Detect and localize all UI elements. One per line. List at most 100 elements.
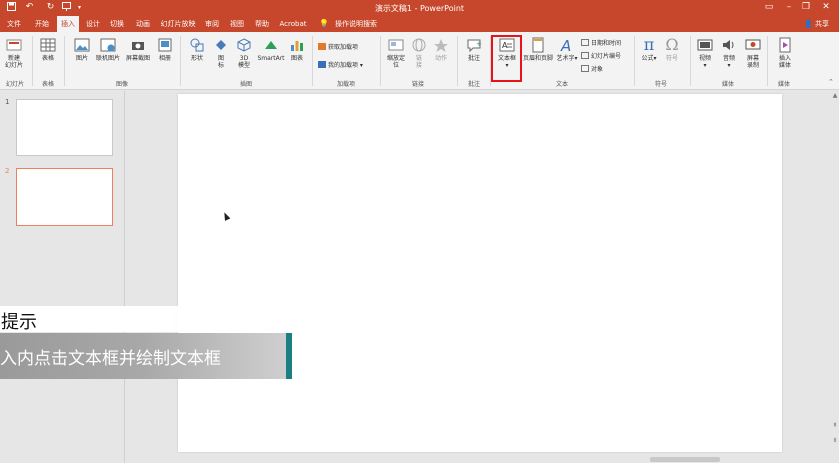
icons-button[interactable]: 图标	[211, 37, 231, 69]
zoom-icon	[388, 39, 404, 51]
3d-model-label: 3D	[239, 55, 249, 62]
insert-media-button[interactable]: 插入 媒体	[774, 37, 796, 69]
video-icon	[697, 39, 713, 51]
header-footer-button[interactable]: 页眉和页脚	[521, 37, 555, 62]
icons-label: 图	[217, 55, 224, 62]
comment-button[interactable]: + 批注	[463, 37, 485, 62]
action-button[interactable]: 动作	[431, 37, 451, 62]
online-picture-button[interactable]: 联机图片	[93, 37, 123, 62]
picture-label: 图片	[75, 55, 88, 62]
close-icon[interactable]: ✕	[819, 1, 833, 14]
video-button[interactable]: 视频 ▾	[695, 37, 715, 69]
chart-label: 图表	[290, 55, 303, 62]
tab-animations[interactable]: 动画	[131, 16, 155, 32]
tab-transitions[interactable]: 切换	[106, 16, 128, 32]
screen-recording-button[interactable]: 屏幕 录制	[742, 37, 764, 69]
vertical-scrollbar[interactable]: ▲ ⇞ ⇟	[831, 92, 839, 463]
globe-link-icon	[412, 38, 426, 52]
new-slide-button[interactable]: 新建 幻灯片	[3, 37, 25, 69]
minimize-icon[interactable]: –	[782, 1, 796, 14]
tab-file[interactable]: 文件	[3, 16, 25, 32]
tab-view[interactable]: 视图	[226, 16, 248, 32]
ribbon-display-icon[interactable]: ▭	[762, 1, 776, 14]
icons-label-2: 标	[217, 62, 224, 69]
ribbon-insert: 新建 幻灯片 幻灯片 表格 表格 图片 联机图片 屏幕截图 相册 图像 形状 图…	[0, 32, 839, 90]
textbox-highlight-box	[491, 35, 522, 82]
shapes-icon	[190, 38, 204, 52]
screen-recording-label-2: 录制	[746, 62, 759, 69]
audio-button[interactable]: 音频 ▾	[719, 37, 739, 69]
my-addins-icon	[318, 61, 326, 68]
slide-thumbnails-pane: 1 2	[0, 91, 125, 463]
date-time-button[interactable]: 日期和时间	[581, 38, 621, 47]
online-picture-icon	[100, 38, 116, 52]
tab-acrobat[interactable]: Acrobat	[278, 16, 308, 32]
group-label-links: 链接	[411, 81, 424, 88]
chart-button[interactable]: 图表	[287, 37, 307, 62]
group-label-media: 媒体	[721, 81, 734, 88]
photo-album-icon	[158, 38, 172, 52]
tab-help[interactable]: 帮助	[251, 16, 273, 32]
action-label: 动作	[434, 55, 447, 62]
photo-album-button[interactable]: 相册	[154, 37, 176, 62]
tell-me-search[interactable]: 💡 操作说明搜索	[319, 16, 377, 32]
slide-thumbnail-2[interactable]	[16, 168, 113, 226]
symbol-label: 符号	[665, 55, 678, 62]
cube-icon	[237, 38, 251, 52]
horizontal-scrollbar[interactable]	[126, 455, 831, 463]
speaker-icon	[723, 40, 734, 50]
svg-text:A: A	[560, 37, 571, 53]
my-addins-button[interactable]: 我的加载项 ▾	[318, 60, 363, 69]
object-label: 对象	[591, 66, 604, 73]
group-separator	[690, 36, 691, 86]
symbol-button[interactable]: Ω 符号	[662, 35, 682, 63]
slide-number-icon	[581, 52, 589, 59]
slide-number-button[interactable]: 幻灯片编号	[581, 51, 621, 60]
3d-model-button[interactable]: 3D 模型	[233, 37, 255, 69]
object-button[interactable]: 对象	[581, 64, 603, 73]
picture-button[interactable]: 图片	[70, 37, 94, 62]
svg-text:+: +	[476, 40, 482, 48]
online-picture-label: 联机图片	[95, 55, 120, 62]
powerpoint-window: ↶ ↻ ▾ 演示文稿1 - PowerPoint ▭ – ❐ ✕ 文件 开始 插…	[0, 0, 839, 463]
ribbon-tabs: 文件 开始 插入 设计 切换 动画 幻灯片放映 审阅 视图 帮助 Acrobat…	[0, 16, 839, 32]
equation-button[interactable]: π 公式▾	[639, 37, 659, 63]
omega-icon: Ω	[665, 35, 679, 54]
zoom-button[interactable]: 缩放定位	[384, 37, 408, 69]
tab-slideshow[interactable]: 幻灯片放映	[158, 16, 198, 32]
shapes-button[interactable]: 形状	[186, 37, 208, 62]
zoom-label: 缩放定	[386, 55, 405, 62]
table-button[interactable]: 表格	[37, 37, 59, 62]
group-separator	[767, 36, 768, 86]
previous-slide-icon[interactable]: ⇞	[831, 422, 839, 429]
icons-icon	[216, 40, 226, 50]
collapse-ribbon-icon[interactable]: ⌃	[828, 78, 834, 86]
wordart-icon: A	[560, 37, 571, 53]
next-slide-icon[interactable]: ⇟	[831, 437, 839, 444]
horizontal-scroll-thumb[interactable]	[650, 457, 720, 462]
get-addins-button[interactable]: 获取加载项	[318, 42, 358, 51]
camera-icon	[132, 42, 144, 50]
3d-model-label-2: 模型	[237, 62, 250, 69]
tab-design[interactable]: 设计	[82, 16, 104, 32]
tab-home[interactable]: 开始	[30, 16, 54, 32]
wordart-button[interactable]: A 艺术字▾	[556, 37, 578, 62]
group-label-comments: 批注	[467, 81, 480, 88]
smartart-icon	[265, 41, 277, 49]
group-label-tables: 表格	[41, 81, 54, 88]
screenshot-label: 屏幕截图	[125, 55, 150, 62]
tab-insert[interactable]: 插入	[57, 16, 79, 32]
scroll-up-icon[interactable]: ▲	[831, 92, 839, 99]
smartart-button[interactable]: SmartArt	[257, 37, 285, 62]
date-time-label: 日期和时间	[591, 40, 622, 47]
tab-review[interactable]: 审阅	[201, 16, 223, 32]
tip-accent-bar	[286, 333, 292, 379]
slide-thumbnail-1[interactable]	[16, 99, 113, 156]
slide-canvas[interactable]	[178, 94, 782, 452]
screenshot-button[interactable]: 屏幕截图	[123, 37, 153, 62]
equation-label: 公式	[641, 55, 654, 62]
restore-icon[interactable]: ❐	[799, 1, 813, 14]
link-button[interactable]: 链接	[409, 37, 429, 69]
group-label-text: 文本	[555, 81, 568, 88]
share-button[interactable]: 👤 共享	[804, 16, 829, 32]
